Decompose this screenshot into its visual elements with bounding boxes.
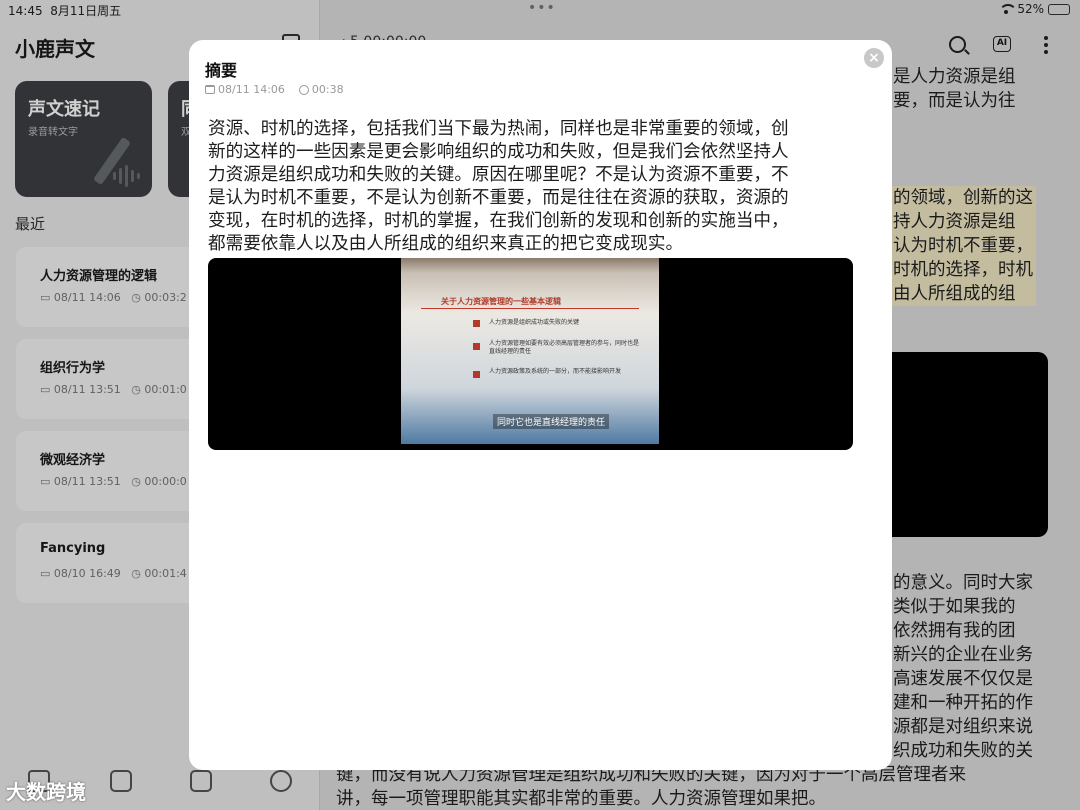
summary-video[interactable]: 关于人力资源管理的一些基本逻辑 人力资源是组织成功或失败的关键 人力资源管理如要… xyxy=(208,258,853,450)
clock-icon xyxy=(298,84,309,95)
summary-line: 是认为时机不重要，不是认为创新不重要，而是往往在资源的获取，资源的 xyxy=(208,188,789,208)
summary-line: 变现，在时机的选择，时机的掌握，在我们创新的发现和创新的实施当中， xyxy=(208,211,789,231)
modal-date: 08/11 14:06 xyxy=(218,83,285,96)
slide-bullet-text: 人力资源管理如要有效必须高层管理者的参与，同时也是直线经理的责任 xyxy=(489,340,640,355)
modal-duration: 00:38 xyxy=(311,83,344,96)
summary-line: 力资源是组织成功和失败的关键。原因在哪里呢？不是认为资源不重要，不 xyxy=(208,165,789,185)
modal-meta: 08/11 14:06 00:38 xyxy=(205,83,344,96)
slide-title: 关于人力资源管理的一些基本逻辑 xyxy=(441,297,561,306)
close-button[interactable]: × xyxy=(864,48,884,68)
summary-line: 都需要依靠人以及由人所组成的组织来真正的把它变成现实。 xyxy=(208,234,684,254)
slide-bullet-icon xyxy=(473,371,480,378)
modal-title: 摘要 xyxy=(205,61,238,80)
slide-divider xyxy=(421,308,639,309)
video-subtitle: 同时它也是直线经理的责任 xyxy=(493,414,610,429)
slide-bullet-icon xyxy=(473,320,480,327)
summary-text: 资源、时机的选择，包括我们当下最为热闹，同样也是非常重要的领域，创 新的这样的一… xyxy=(208,118,858,256)
slide-bullet-icon xyxy=(473,343,480,350)
video-frame: 关于人力资源管理的一些基本逻辑 人力资源是组织成功或失败的关键 人力资源管理如要… xyxy=(401,258,659,444)
slide-bullet-text: 人力资源是组织成功或失败的关键 xyxy=(489,319,580,326)
watermark: 大数跨境 xyxy=(6,780,86,804)
summary-line: 资源、时机的选择，包括我们当下最为热闹，同样也是非常重要的领域，创 xyxy=(208,119,789,139)
summary-modal: 摘要 × 08/11 14:06 00:38 资源、时机的选择，包括我们当下最为… xyxy=(189,40,892,770)
slide-bullet-text: 人力资源政策及系统的一部分，而不能接影响开发 xyxy=(489,368,622,375)
calendar-icon xyxy=(205,85,215,94)
summary-line: 新的这样的一些因素是更会影响组织的成功和失败，但是我们会依然坚持人 xyxy=(208,142,789,162)
